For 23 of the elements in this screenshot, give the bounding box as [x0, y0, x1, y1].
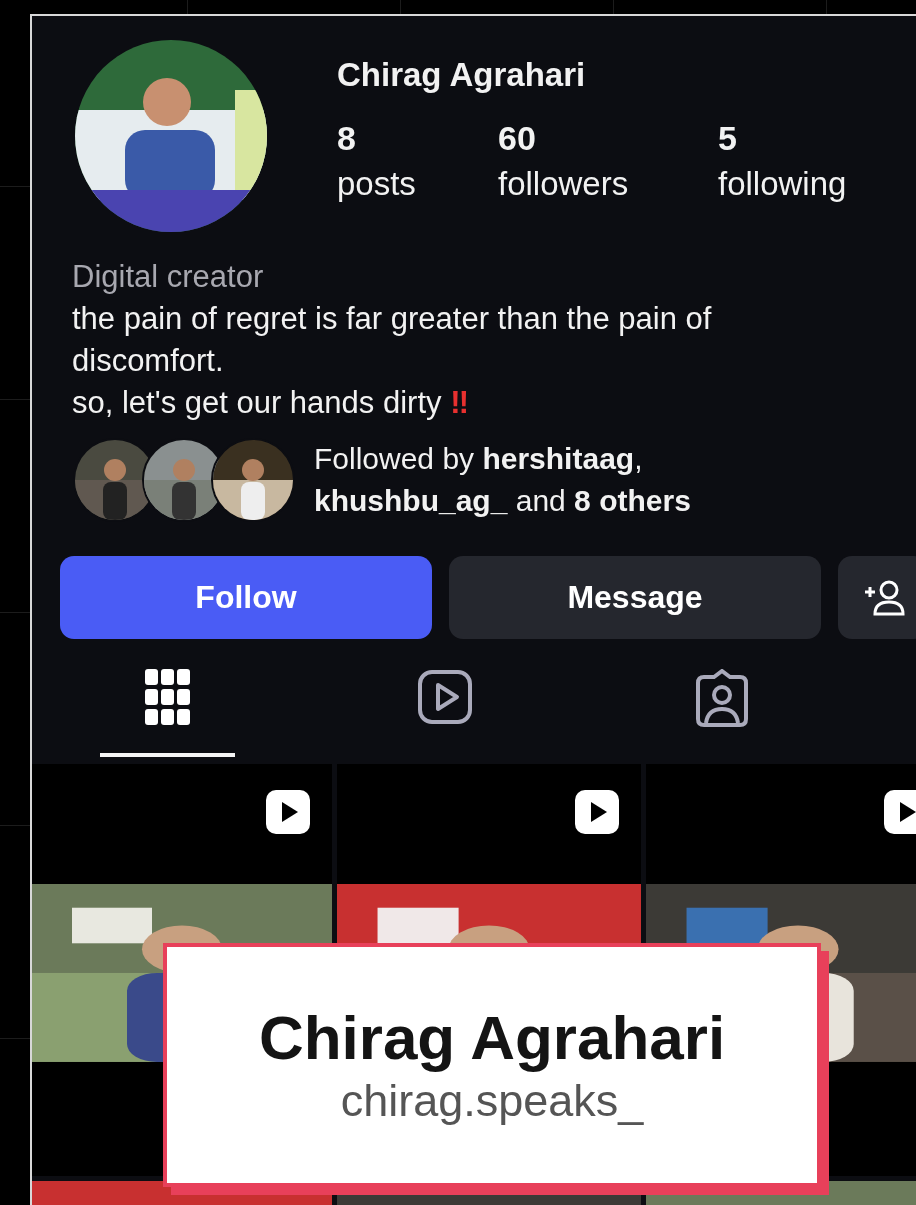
- person-icon: [694, 669, 751, 727]
- card-handle: chirag.speaks_: [340, 1074, 644, 1128]
- bio-text: so, let's get our hands dirty: [72, 385, 443, 420]
- stat-label: followers: [498, 164, 630, 204]
- stat-count: 5: [718, 118, 738, 159]
- followed-by-text: Followed by hershitaag, khushbu_ag_ and 8 others: [314, 441, 691, 519]
- play-icon: [417, 669, 473, 725]
- stat-count: 60: [498, 118, 537, 159]
- profile-name: Chirag Agrahari: [337, 56, 587, 94]
- play-icon: [266, 790, 310, 834]
- exclamation-emoji: ‼: [450, 385, 469, 420]
- play-icon: [575, 790, 619, 834]
- grid-icon: [144, 669, 191, 727]
- bio-text: the pain of regret is far greater than the pain of discomfort.: [72, 300, 713, 380]
- stat-label: following: [718, 164, 848, 204]
- stat-label: posts: [337, 164, 417, 204]
- message-button[interactable]: Message: [449, 556, 821, 639]
- category-label: Digital creator: [72, 258, 265, 296]
- follow-button[interactable]: Follow: [60, 556, 432, 639]
- profile-tab[interactable]: [100, 667, 236, 757]
- add-person-button[interactable]: [838, 556, 916, 639]
- stat-count: 8: [337, 118, 357, 159]
- card-title: Chirag Agrahari: [258, 1002, 726, 1074]
